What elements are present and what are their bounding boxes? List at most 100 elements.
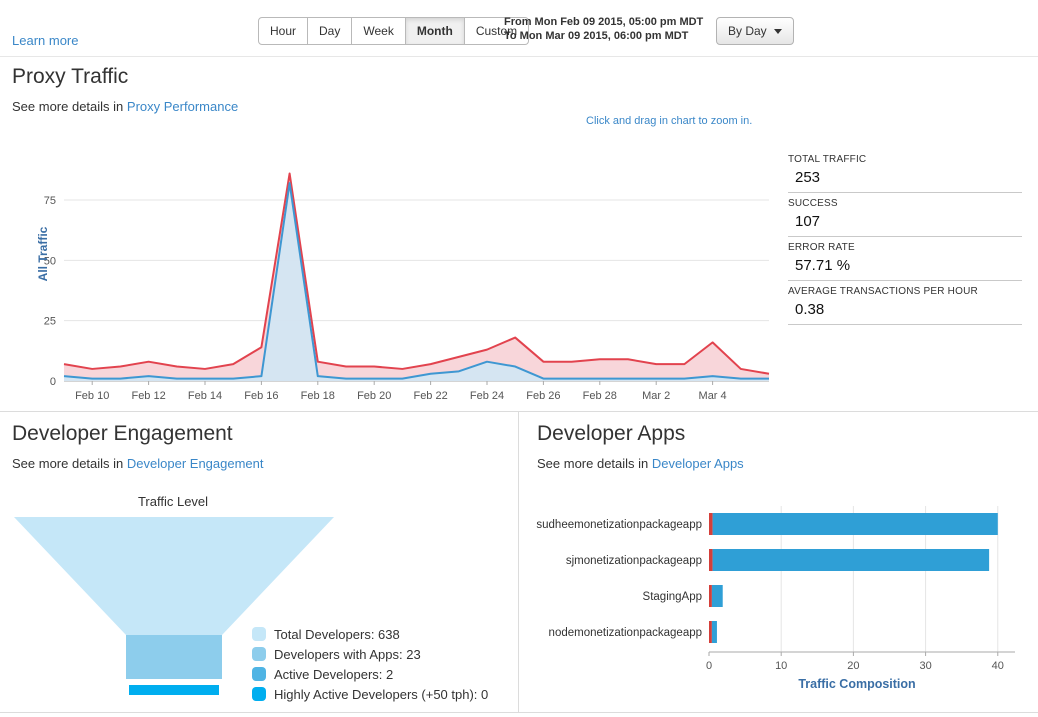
x-axis-label: Traffic Composition [798,677,915,691]
subtitle-prefix: See more details in [12,99,127,114]
developer-apps-subtitle: See more details in Developer Apps [537,456,744,471]
line-chart-svg[interactable]: 0255075Feb 10 Feb 12 Feb 14 Feb 16 Feb 18 Feb… [6,151,781,419]
bar-category-label: nodemonetizationpackageapp [549,627,702,639]
x-tick-label: Feb 10 [75,390,109,402]
x-tick-label: Feb 12 [131,390,165,402]
developer-apps-title: Developer Apps [537,422,686,445]
stat-avg-tph: AVERAGE TRANSACTIONS PER HOUR 0.38 [788,281,1022,325]
stats-panel: TOTAL TRAFFIC 253 SUCCESS 107 ERROR RATE… [788,149,1022,325]
stat-error-rate: ERROR RATE 57.71 % [788,237,1022,281]
bar-segment-success [711,621,717,643]
funnel-stage-with-apps [126,635,222,679]
x-tick-label: 20 [847,660,859,672]
legend-label: Highly Active Developers (+50 tph): 0 [274,686,489,702]
proxy-subtitle: See more details in Proxy Performance [12,99,238,114]
date-to: To Mon Mar 09 2015, 06:00 pm MDT [504,30,689,42]
y-axis-label: All Traffic [36,226,50,282]
stat-value: 0.38 [795,301,825,318]
time-range-button-group: Hour Day Week Month Custom [258,17,530,45]
bar-segment-error [709,585,712,607]
header: Learn more Hour Day Week Month Custom Fr… [0,0,1038,57]
stat-value: 253 [795,169,821,186]
series-line-Success [63,182,769,380]
x-tick-label: Mar 4 [699,390,727,402]
page-title: Proxy Traffic [12,65,129,88]
learn-more-link[interactable]: Learn more [12,33,78,48]
developer-apps-link[interactable]: Developer Apps [652,456,744,471]
x-tick-label: 30 [919,660,931,672]
stat-label: SUCCESS [788,198,838,209]
legend-item: Active Developers: 2 [252,664,488,684]
bar-segment-error [709,549,713,571]
bar-category-label: sjmonetizationpackageapp [566,555,702,567]
x-tick-label: Mar 2 [642,390,670,402]
developer-engagement-section: Developer Engagement See more details in… [0,412,519,712]
stat-value: 107 [795,213,821,230]
x-tick-label: Feb 26 [526,390,560,402]
legend-swatch-active-developers [252,667,266,681]
time-button-day[interactable]: Day [308,17,353,45]
y-tick-label: 0 [50,376,56,388]
proxy-traffic-section: Proxy Traffic See more details in Proxy … [0,57,1038,412]
developer-engagement-title: Developer Engagement [12,422,233,445]
zoom-hint-text: Click and drag in chart to zoom in. [586,115,753,127]
subtitle-prefix: See more details in [537,456,652,471]
funnel-stage-total [14,517,334,635]
x-tick-label: 10 [775,660,787,672]
bottom-sections: Developer Engagement See more details in… [0,412,1038,713]
developer-apps-chart: 0 10 20 30 40 sudheemonetizationpackageapp sjm… [519,498,1031,703]
proxy-performance-link[interactable]: Proxy Performance [127,99,238,114]
developer-engagement-link[interactable]: Developer Engagement [127,456,264,471]
funnel-title: Traffic Level [137,494,209,509]
x-tick-label: Feb 28 [583,390,617,402]
series-line-All Traffic [63,172,770,375]
bar-segment-success [711,585,723,607]
x-tick-label: 40 [992,660,1004,672]
legend-label: Total Developers: 638 [274,626,400,642]
legend-swatch-total-developers [252,627,266,641]
bar-segment-error [709,513,713,535]
funnel-stage-highly-active [129,685,219,695]
bar-segment-success [712,549,990,571]
developer-engagement-subtitle: See more details in Developer Engagement [12,456,264,471]
x-tick-label: 0 [706,660,712,672]
bar-chart-svg: 0 10 20 30 40 sudheemonetizationpackageapp sjm… [536,506,1015,691]
x-tick-label: Feb 14 [188,390,222,402]
stat-label: AVERAGE TRANSACTIONS PER HOUR [788,286,978,297]
time-button-week[interactable]: Week [352,17,406,45]
x-tick-label: Feb 24 [470,390,504,402]
series-area-All Traffic [64,173,769,381]
series-area-Success [64,183,769,381]
stat-success: SUCCESS 107 [788,193,1022,237]
legend-item: Total Developers: 638 [252,624,488,644]
stat-label: ERROR RATE [788,242,855,253]
x-tick-label: Feb 22 [413,390,447,402]
developer-apps-section: Developer Apps See more details in Devel… [519,412,1038,712]
bar-category-label: sudheemonetizationpackageapp [536,519,702,531]
legend-label: Active Developers: 2 [274,666,394,682]
granularity-label: By Day [728,24,767,38]
chevron-down-icon [773,28,782,34]
bar-category-label: StagingApp [643,591,702,603]
time-button-hour[interactable]: Hour [258,17,309,45]
date-from: From Mon Feb 09 2015, 05:00 pm MDT [504,16,704,28]
stat-value: 57.71 % [795,257,851,274]
proxy-traffic-chart[interactable]: 0 25 50 75 Feb 10 Feb 12 Feb 14 Feb 16 Feb 18 Feb… [6,151,781,424]
bar-segment-success [712,513,998,535]
bar-segment-error [709,621,712,643]
legend-label: Developers with Apps: 23 [274,646,421,662]
time-button-month[interactable]: Month [405,17,465,45]
stat-label: TOTAL TRAFFIC [788,154,867,165]
granularity-dropdown[interactable]: By Day [716,17,794,45]
x-tick-label: Feb 20 [357,390,391,402]
subtitle-prefix: See more details in [12,456,127,471]
x-tick-label: Feb 16 [244,390,278,402]
stat-total-traffic: TOTAL TRAFFIC 253 [788,149,1022,193]
x-tick-label: Feb 18 [301,390,335,402]
legend-swatch-highly-active-developers [252,687,266,701]
legend-item: Highly Active Developers (+50 tph): 0 [252,684,488,704]
funnel-legend: Total Developers: 638 Developers with Ap… [252,624,488,704]
legend-item: Developers with Apps: 23 [252,644,488,664]
legend-swatch-developers-with-apps [252,647,266,661]
date-range-text: From Mon Feb 09 2015, 05:00 pm MDT To Mo… [504,15,703,43]
